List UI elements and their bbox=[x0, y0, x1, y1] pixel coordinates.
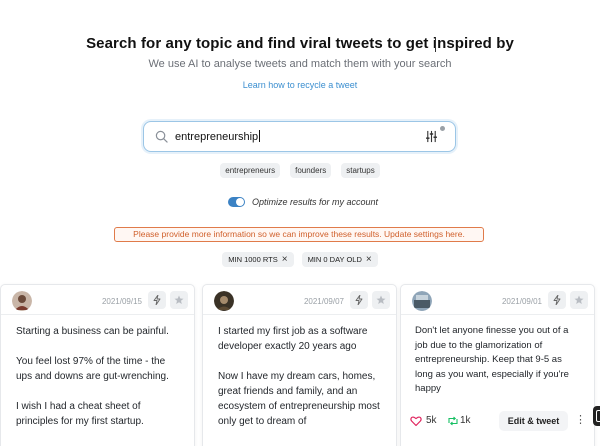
star-icon bbox=[376, 295, 386, 304]
tweet-text: I started my first job as a software dev… bbox=[218, 326, 380, 427]
floating-widget-icon[interactable] bbox=[593, 406, 600, 426]
close-icon[interactable]: × bbox=[366, 254, 372, 264]
close-icon[interactable]: × bbox=[282, 254, 288, 264]
settings-warning-link[interactable]: Please provide more information so we ca… bbox=[114, 227, 484, 242]
tweet-card-header: 2021/09/01 bbox=[401, 285, 594, 315]
lightning-icon bbox=[355, 295, 363, 305]
page-title: Search for any topic and find viral twee… bbox=[86, 35, 514, 52]
sliders-icon[interactable] bbox=[425, 130, 438, 143]
suggestion-chip[interactable]: startups bbox=[341, 163, 380, 178]
heart-icon[interactable] bbox=[410, 415, 422, 427]
tweet-card: 2021/09/07 I started my first job as a s… bbox=[202, 284, 397, 446]
suggestion-chips: entrepreneurs founders startups bbox=[0, 163, 600, 178]
suggestion-chip[interactable]: founders bbox=[290, 163, 332, 178]
tweet-card: 2021/09/01 Don't let anyone finesse you … bbox=[400, 284, 595, 446]
lightning-icon bbox=[553, 295, 561, 305]
star-icon bbox=[174, 295, 184, 304]
filter-chip: MIN 1000 RTS × bbox=[222, 252, 294, 267]
optimize-label: Optimize results for my account bbox=[252, 197, 379, 207]
search-input-text: entrepreneurship bbox=[175, 131, 259, 143]
filter-chip-label: MIN 0 DAY OLD bbox=[307, 255, 362, 264]
lightning-icon bbox=[153, 295, 161, 305]
search-icon bbox=[155, 130, 168, 143]
filter-chip: MIN 0 DAY OLD × bbox=[301, 252, 378, 267]
more-options-icon[interactable]: ⋮ bbox=[575, 413, 586, 426]
optimize-row: Optimize results for my account bbox=[228, 197, 378, 207]
tweet-text: Don't let anyone finesse you out of a jo… bbox=[415, 325, 569, 394]
generate-button[interactable] bbox=[350, 291, 368, 309]
suggestion-chip[interactable]: entrepreneurs bbox=[220, 163, 281, 178]
learn-recycle-link[interactable]: Learn how to recycle a tweet bbox=[0, 80, 600, 90]
active-filters: MIN 1000 RTS × MIN 0 DAY OLD × bbox=[0, 252, 600, 267]
tweet-date: 2021/09/01 bbox=[501, 297, 542, 306]
tweet-text: Starting a business can be painful. You … bbox=[16, 326, 169, 427]
retweet-count: 1k bbox=[460, 415, 471, 426]
search-bar[interactable]: entrepreneurship bbox=[143, 121, 456, 152]
avatar[interactable] bbox=[214, 291, 234, 311]
tweet-date: 2021/09/15 bbox=[101, 297, 142, 306]
page-subtitle: We use AI to analyse tweets and match th… bbox=[148, 58, 452, 70]
settings-indicator-dot bbox=[440, 126, 445, 131]
avatar[interactable] bbox=[412, 291, 432, 311]
text-caret bbox=[259, 130, 261, 142]
edit-and-tweet-button[interactable]: Edit & tweet bbox=[499, 411, 568, 431]
search-input[interactable]: entrepreneurship bbox=[175, 130, 261, 143]
tweet-card-header: 2021/09/07 bbox=[203, 285, 396, 315]
avatar[interactable] bbox=[12, 291, 32, 311]
tweet-card: 2021/09/15 Starting a business can be pa… bbox=[0, 284, 195, 446]
retweet-icon[interactable] bbox=[447, 415, 459, 427]
generate-button[interactable] bbox=[548, 291, 566, 309]
favorite-button[interactable] bbox=[372, 291, 390, 309]
filter-chip-label: MIN 1000 RTS bbox=[228, 255, 278, 264]
favorite-button[interactable] bbox=[570, 291, 588, 309]
optimize-toggle[interactable] bbox=[228, 197, 245, 207]
tweet-date: 2021/09/07 bbox=[303, 297, 344, 306]
like-count: 5k bbox=[426, 415, 437, 426]
favorite-button[interactable] bbox=[170, 291, 188, 309]
mouse-cursor-icon bbox=[435, 38, 440, 52]
toggle-knob bbox=[236, 198, 244, 206]
generate-button[interactable] bbox=[148, 291, 166, 309]
tweet-card-footer: 5k 1k Edit & tweet ⋮ bbox=[401, 411, 594, 433]
tweet-card-header: 2021/09/15 bbox=[1, 285, 194, 315]
star-icon bbox=[574, 295, 584, 304]
